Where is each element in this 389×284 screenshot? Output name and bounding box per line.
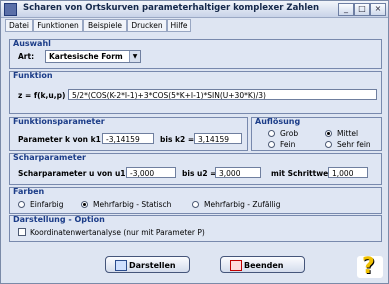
close-button[interactable]: ×: [370, 3, 386, 16]
help-button[interactable]: ?: [357, 254, 385, 280]
mittel-label: Mittel: [337, 129, 359, 138]
scharparameter-group: Scharparameter Scharparameter u von u1 =…: [9, 153, 382, 185]
title-bar[interactable]: Scharen von Ortskurven parameterhaltiger…: [1, 1, 388, 18]
mittel-radio[interactable]: [325, 130, 332, 137]
window-title: Scharen von Ortskurven parameterhaltiger…: [23, 3, 320, 13]
exit-icon: [230, 260, 242, 271]
u-range-label: Scharparameter u von u1 =: [18, 169, 135, 178]
mehrfarbig-zufaellig-label: Mehrfarbig - Zufällig: [204, 200, 281, 209]
farben-group: Farben Einfarbig Mehrfarbig - Statisch M…: [9, 187, 382, 214]
menu-drucken[interactable]: Drucken: [127, 19, 167, 32]
k-bis-label: bis k2 =: [160, 135, 195, 144]
art-label: Art:: [18, 52, 35, 61]
art-select-value: Kartesische Form: [49, 52, 123, 61]
menu-datei[interactable]: Datei: [5, 19, 33, 32]
question-mark-icon: ?: [362, 254, 375, 279]
koordinatenwertanalyse-checkbox[interactable]: [18, 228, 26, 236]
funktion-group: Funktion z = f(k,u,p) = 5/2*(COS(K-2*I-1…: [9, 71, 382, 114]
koordinatenwertanalyse-label: Koordinatenwertanalyse (nur mit Paramete…: [30, 228, 205, 237]
u-bis-label: bis u2 =: [182, 169, 217, 178]
auswahl-group: Auswahl Art: Kartesische Form ▼: [9, 39, 382, 69]
minimize-button[interactable]: _: [338, 3, 354, 16]
menu-hilfe[interactable]: Hilfe: [167, 19, 191, 32]
mehrfarbig-zufaellig-radio[interactable]: [192, 201, 199, 208]
fein-radio[interactable]: [268, 141, 275, 148]
menu-beispiele[interactable]: Beispiele: [83, 19, 127, 32]
darstellen-button[interactable]: Darstellen: [105, 256, 190, 273]
funktionsparameter-group: Funktionsparameter Parameter k von k1 = …: [9, 117, 248, 151]
fein-label: Fein: [280, 140, 296, 149]
function-label: z = f(k,u,p) =: [18, 91, 75, 100]
beenden-label: Beenden: [244, 261, 284, 270]
einfarbig-radio[interactable]: [18, 201, 25, 208]
function-input[interactable]: 5/2*(COS(K-2*I-1)+3*COS(5*K+I-1)*SIN(U+3…: [68, 89, 377, 100]
einfarbig-label: Einfarbig: [30, 200, 64, 209]
maximize-button[interactable]: □: [354, 3, 370, 16]
application-window: Scharen von Ortskurven parameterhaltiger…: [0, 0, 389, 284]
k1-input[interactable]: -3,14159: [102, 133, 154, 144]
u2-input[interactable]: 3,000: [215, 167, 261, 178]
schrittweite-input[interactable]: 1,000: [328, 167, 368, 178]
funktion-title: Funktion: [13, 71, 53, 80]
k2-input[interactable]: 3,14159: [194, 133, 242, 144]
farben-title: Farben: [13, 187, 45, 196]
darstellen-label: Darstellen: [129, 261, 176, 270]
art-select[interactable]: Kartesische Form ▼: [45, 50, 141, 63]
auswahl-title: Auswahl: [13, 39, 51, 48]
sehr-fein-label: Sehr fein: [337, 140, 371, 149]
grob-radio[interactable]: [268, 130, 275, 137]
chevron-down-icon[interactable]: ▼: [129, 51, 140, 62]
menu-funktionen[interactable]: Funktionen: [33, 19, 83, 32]
aufloesung-group: Auflösung Grob Mittel Fein Sehr fein: [251, 117, 382, 151]
k-range-label: Parameter k von k1 =: [18, 135, 110, 144]
darstellung-title: Darstellung - Option: [13, 215, 105, 224]
grob-label: Grob: [280, 129, 299, 138]
app-icon: [4, 3, 17, 16]
mehrfarbig-statisch-radio[interactable]: [81, 201, 88, 208]
scharparameter-title: Scharparameter: [13, 153, 86, 162]
chart-icon: [115, 260, 127, 271]
funktionsparameter-title: Funktionsparameter: [13, 117, 105, 126]
aufloesung-title: Auflösung: [255, 117, 301, 126]
sehr-fein-radio[interactable]: [325, 141, 332, 148]
u1-input[interactable]: -3,000: [126, 167, 176, 178]
darstellung-group: Darstellung - Option Koordinatenwertanal…: [9, 215, 382, 242]
mehrfarbig-statisch-label: Mehrfarbig - Statisch: [93, 200, 172, 209]
beenden-button[interactable]: Beenden: [220, 256, 305, 273]
menu-bar: Datei Funktionen Beispiele Drucken Hilfe: [1, 18, 388, 32]
